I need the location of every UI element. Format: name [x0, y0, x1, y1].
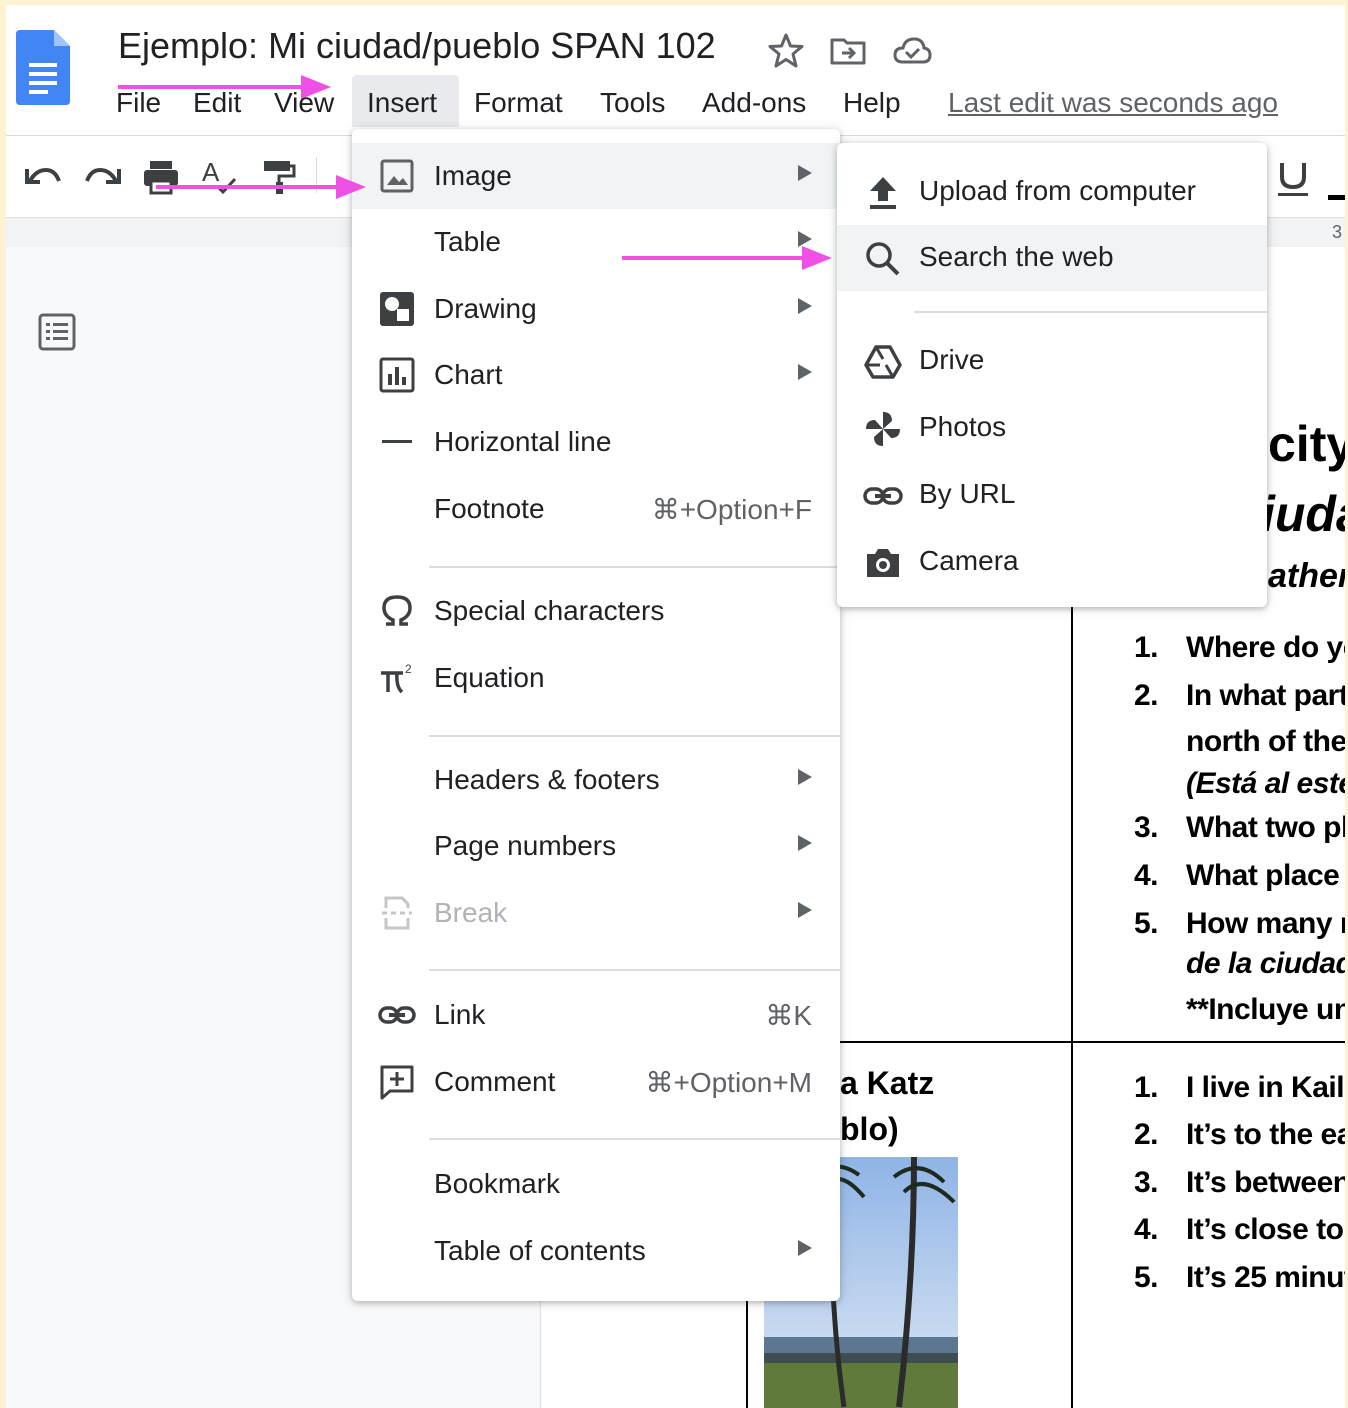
- paint-format-icon[interactable]: [258, 155, 300, 197]
- svg-text:2: 2: [405, 662, 412, 676]
- table-border: [1071, 605, 1073, 1408]
- menu-tools[interactable]: Tools: [600, 87, 665, 119]
- menu-item-image[interactable]: Image: [352, 143, 840, 209]
- doc-heading-city: city: [1268, 416, 1345, 472]
- link-icon: [378, 996, 416, 1034]
- submenu-arrow-icon: [798, 298, 812, 314]
- upload-icon: [863, 173, 903, 213]
- table-border: [840, 1041, 1345, 1043]
- drawing-icon: [378, 290, 416, 328]
- horizontal-line-icon: [378, 423, 416, 461]
- menu-item-comment[interactable]: Comment ⌘+Option+M: [352, 1049, 840, 1115]
- menu-insert-label: Insert: [367, 87, 438, 118]
- menu-format[interactable]: Format: [474, 87, 563, 119]
- submenu-arrow-icon: [798, 364, 812, 380]
- underline-icon[interactable]: [1272, 159, 1314, 201]
- menu-item-link[interactable]: Link ⌘K: [352, 982, 840, 1048]
- menu-item-bookmark[interactable]: Bookmark: [352, 1151, 840, 1217]
- questions-list: 1. Where do yo 2. In what part north of th…: [1134, 631, 1345, 1026]
- shortcut-label: ⌘+Option+F: [651, 494, 812, 525]
- search-icon: [863, 239, 903, 279]
- svg-text:A: A: [202, 157, 220, 187]
- redo-icon[interactable]: [82, 155, 124, 197]
- toolbar-separator: [316, 157, 317, 193]
- submenu-item-photos[interactable]: Photos: [837, 395, 1267, 461]
- doc-heading-ciudad: iuda: [1261, 486, 1345, 542]
- menu-item-table[interactable]: Table: [352, 209, 840, 275]
- submenu-item-search-web[interactable]: Search the web: [837, 225, 1267, 291]
- menu-addons[interactable]: Add-ons: [702, 87, 806, 119]
- submenu-arrow-icon: [798, 769, 812, 785]
- omega-icon: [378, 592, 416, 630]
- menu-item-table-of-contents[interactable]: Table of contents: [352, 1218, 840, 1284]
- drive-icon: [863, 342, 903, 382]
- menu-divider: [914, 311, 1267, 313]
- menu-item-special-characters[interactable]: Special characters: [352, 578, 840, 644]
- submenu-item-camera[interactable]: Camera: [837, 529, 1267, 595]
- menu-help[interactable]: Help: [843, 87, 901, 119]
- menu-view[interactable]: View: [274, 87, 334, 119]
- submenu-item-drive[interactable]: Drive: [837, 328, 1267, 394]
- submenu-item-by-url[interactable]: By URL: [837, 462, 1267, 528]
- menu-item-horizontal-line[interactable]: Horizontal line: [352, 409, 840, 475]
- menu-file[interactable]: File: [116, 87, 161, 119]
- menu-item-drawing[interactable]: Drawing: [352, 276, 840, 342]
- author-name: a Katz: [840, 1065, 935, 1101]
- menu-item-break[interactable]: Break: [352, 880, 840, 946]
- text-color-indicator[interactable]: [1328, 195, 1345, 200]
- move-to-folder-icon[interactable]: [828, 31, 868, 71]
- cloud-saved-icon[interactable]: [892, 31, 932, 71]
- menu-divider: [429, 1138, 840, 1140]
- link-icon: [863, 476, 903, 516]
- menu-bar: File Edit View Insert Format Tools Add-o…: [6, 75, 1345, 127]
- submenu-arrow-icon: [798, 165, 812, 181]
- app-window: Ejemplo: Mi ciudad/pueblo SPAN 102 File …: [6, 5, 1345, 1408]
- submenu-arrow-icon: [798, 835, 812, 851]
- ruler-mark: 3: [1332, 222, 1343, 242]
- star-icon[interactable]: [766, 31, 806, 71]
- menu-item-chart[interactable]: Chart: [352, 342, 840, 408]
- shortcut-label: ⌘+Option+M: [645, 1067, 812, 1098]
- submenu-arrow-icon: [798, 902, 812, 918]
- menu-divider: [429, 969, 840, 971]
- submenu-arrow-icon: [798, 231, 812, 247]
- undo-icon[interactable]: [22, 155, 64, 197]
- answers-list: 1. I live in Kailu 2. It’s to the ea 3. It’…: [1134, 1071, 1345, 1294]
- menu-item-headers-footers[interactable]: Headers & footers: [352, 747, 840, 813]
- menu-item-equation[interactable]: 2 Equation: [352, 645, 840, 711]
- submenu-arrow-icon: [798, 1240, 812, 1256]
- photos-pinwheel-icon: [863, 409, 903, 449]
- menu-divider: [429, 735, 840, 737]
- doc-heading-weather: ather: [1268, 557, 1345, 595]
- comment-icon: [378, 1063, 416, 1101]
- menu-item-page-numbers[interactable]: Page numbers: [352, 813, 840, 879]
- print-icon[interactable]: [140, 155, 182, 197]
- pi-icon: 2: [378, 659, 416, 697]
- chart-icon: [378, 356, 416, 394]
- shortcut-label: ⌘K: [765, 1000, 812, 1031]
- image-icon: [378, 157, 416, 195]
- menu-insert[interactable]: Insert: [352, 75, 459, 127]
- document-outline-icon[interactable]: [36, 311, 78, 353]
- menu-item-footnote[interactable]: Footnote ⌘+Option+F: [352, 476, 840, 542]
- submenu-item-upload[interactable]: Upload from computer: [837, 159, 1267, 225]
- last-edit-link[interactable]: Last edit was seconds ago: [948, 87, 1278, 119]
- insert-menu: Image Table Drawing Chart Horizontal lin…: [352, 129, 840, 1301]
- image-submenu: Upload from computer Search the web Driv…: [837, 143, 1267, 607]
- break-icon: [378, 894, 416, 932]
- menu-divider: [429, 566, 840, 568]
- camera-icon: [863, 543, 903, 583]
- author-subtitle: blo): [840, 1111, 899, 1147]
- document-title[interactable]: Ejemplo: Mi ciudad/pueblo SPAN 102: [118, 25, 716, 67]
- menu-edit[interactable]: Edit: [193, 87, 241, 119]
- spellcheck-icon[interactable]: A: [198, 155, 240, 197]
